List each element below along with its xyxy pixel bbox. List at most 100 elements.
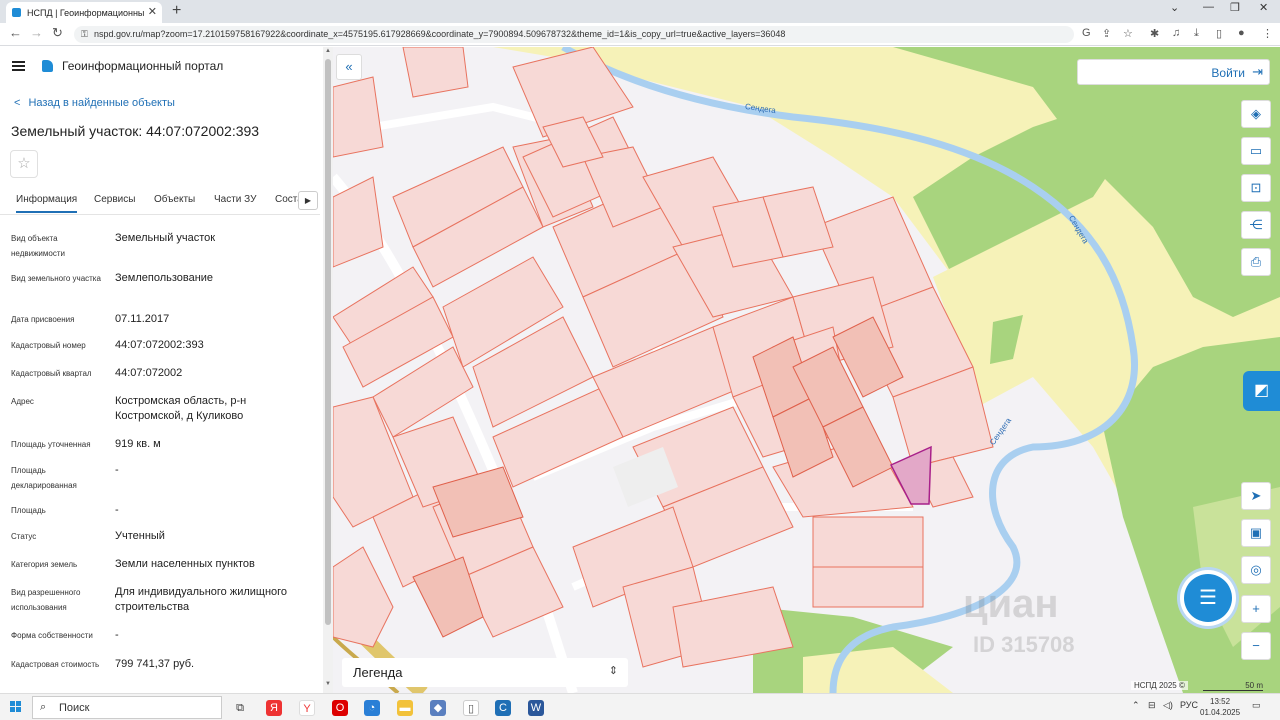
yandex-icon[interactable]: Я (266, 700, 282, 716)
parcel[interactable] (333, 76, 384, 158)
browser-tab[interactable]: НСПД | Геоинформационный п ✕ (6, 2, 162, 23)
attribute-value: Земельный участок (115, 232, 216, 244)
info-tabs: Информация Сервисы Объекты Части ЗУ Сост… (0, 187, 320, 215)
share-map-button[interactable]: ⋲ (1241, 211, 1271, 239)
panel-scrollbar[interactable]: ▲ ▼ (323, 47, 333, 693)
map-canvas[interactable]: Сендега Сендега Сендега циан ID 315708 «… (333, 47, 1280, 693)
notifications-icon[interactable]: ▭ (1252, 700, 1261, 711)
ruler-button[interactable]: ▭ (1241, 137, 1271, 165)
scroll-down-icon[interactable]: ▼ (325, 681, 331, 687)
yandex-browser-icon[interactable]: Y (299, 700, 315, 716)
media-icon[interactable]: ♫ (1172, 27, 1180, 39)
browser-app-icon[interactable]: ◔ (364, 700, 380, 716)
scrollbar-thumb[interactable] (325, 59, 331, 625)
map-layer (333, 47, 1280, 693)
browser-tab-title: НСПД | Геоинформационный п (27, 7, 145, 18)
expand-chevrons-icon: ⇕ (608, 665, 618, 677)
tray-chevron-icon[interactable]: ⌃ (1132, 700, 1140, 711)
close-tab-icon[interactable]: ✕ (148, 5, 157, 18)
attribute-value: - (115, 464, 119, 476)
back-to-results-link[interactable]: < Назад в найденные объекты (14, 97, 175, 109)
maximize-icon[interactable]: ❐ (1230, 1, 1240, 14)
minimap-button[interactable]: ▣ (1241, 519, 1271, 547)
app-icon[interactable]: ◆ (430, 700, 446, 716)
login-button[interactable]: Войти ⇥ (1077, 59, 1270, 85)
attribute-label: Площадь уточненная (11, 440, 91, 449)
task-view-icon[interactable]: ⧉ (232, 700, 248, 716)
collapse-panel-button[interactable]: « (336, 54, 362, 80)
parcel[interactable] (812, 516, 924, 568)
new-tab-icon[interactable]: + (172, 2, 181, 20)
chrome-like-icon[interactable]: C (495, 700, 511, 716)
zoom-out-button[interactable]: − (1241, 632, 1271, 660)
attribute-label: Вид земельного участка (11, 274, 101, 283)
extensions-icon[interactable]: ✱ (1150, 27, 1159, 40)
geolocation-button[interactable]: ◎ (1241, 556, 1271, 584)
file-explorer-icon[interactable]: ▬ (397, 700, 413, 716)
network-icon[interactable]: ⊟ (1148, 700, 1156, 711)
site-info-icon[interactable]: ⚿ (81, 26, 88, 43)
minimap-icon: ▣ (1249, 525, 1263, 540)
watermark-text: циан (963, 582, 1059, 626)
attribute-label: Кадастровый номер (11, 341, 86, 350)
attribute-label: Категория земель (11, 560, 78, 569)
attribute-label: Статус (11, 532, 37, 541)
favorite-star-button[interactable]: ☆ (10, 150, 38, 178)
login-label: Войти (1211, 66, 1245, 80)
parcel[interactable] (402, 47, 469, 98)
print-button[interactable]: ⎙ (1241, 248, 1271, 276)
attribute-value: Землепользование (115, 272, 214, 284)
chat-bubble-icon: ☰ (1199, 587, 1217, 609)
volume-icon[interactable]: ◁) (1163, 700, 1173, 711)
area-select-button[interactable]: ⊡ (1241, 174, 1271, 202)
tab-services[interactable]: Сервисы (94, 194, 135, 205)
profile-icon[interactable]: ● (1238, 27, 1245, 39)
clock-time: 13:52 (1210, 697, 1231, 706)
zoom-in-button[interactable]: + (1241, 595, 1271, 623)
url-field[interactable]: ⚿ nspd.gov.ru/map?zoom=17.21015975816792… (74, 26, 1074, 43)
attribute-value: Учтенный (115, 530, 165, 542)
document-icon[interactable]: ▯ (463, 700, 479, 716)
attribute-label: Дата присвоения (11, 315, 75, 324)
scroll-up-icon[interactable]: ▲ (325, 48, 331, 54)
opera-icon[interactable]: O (332, 700, 348, 716)
tab-search-icon[interactable]: ⌄ (1170, 1, 1179, 14)
language-indicator[interactable]: РУС (1180, 700, 1198, 710)
menu-dots-icon[interactable]: ⋮ (1262, 27, 1273, 40)
bookmark-star-icon[interactable]: ☆ (1123, 27, 1133, 40)
start-button[interactable] (10, 701, 22, 713)
minimize-icon[interactable]: — (1203, 1, 1214, 13)
geolocation-icon: ◎ (1250, 562, 1262, 577)
google-icon[interactable]: G (1082, 27, 1091, 39)
address-bar-row: ← → ↻ ⚿ nspd.gov.ru/map?zoom=17.21015975… (0, 23, 1280, 46)
tab-objects[interactable]: Объекты (154, 194, 195, 205)
side-widget-icon[interactable]: ◩ (1243, 371, 1280, 411)
layers-button[interactable]: ◈ (1241, 100, 1271, 128)
taskbar-search[interactable]: ⌕ Поиск (32, 696, 222, 719)
chat-button[interactable]: ☰ (1184, 574, 1232, 622)
tab-information[interactable]: Информация (16, 194, 78, 213)
share-icon[interactable]: ⇪ (1102, 27, 1111, 40)
legend-bar[interactable]: Легенда ⇕ (342, 658, 628, 687)
side-panel-icon[interactable]: ▯ (1216, 27, 1222, 40)
locate-button[interactable]: ➤ (1241, 482, 1271, 510)
scale-bar: 50 m (1203, 681, 1263, 691)
attribute-label: Вид разрешенного использования (11, 588, 81, 612)
word-icon[interactable]: W (528, 700, 544, 716)
forward-arrow-icon[interactable]: → (30, 25, 43, 40)
share-icon: ⋲ (1249, 217, 1263, 232)
tabs-scroll-right-button[interactable]: ▶ (298, 191, 318, 210)
taskbar-clock[interactable]: 13:52 01.04.2025 (1200, 696, 1240, 718)
tab-parts[interactable]: Части ЗУ (214, 194, 256, 205)
taskbar-search-label: Поиск (59, 702, 90, 714)
attribute-value: 07.11.2017 (115, 313, 170, 325)
back-arrow-icon[interactable]: ← (9, 25, 22, 40)
window-close-icon[interactable]: ✕ (1259, 1, 1268, 14)
download-icon[interactable]: ⤓ (1194, 27, 1199, 40)
reload-icon[interactable]: ↻ (52, 25, 63, 41)
windows-taskbar: ⌕ Поиск ⧉ Я Y O ◔ ▬ ◆ ▯ C W ⌃ ⊟ ◁) РУС 1… (0, 693, 1280, 720)
print-icon: ⎙ (1250, 254, 1262, 269)
parcel[interactable] (333, 546, 394, 648)
parcel[interactable] (812, 566, 924, 608)
hamburger-menu-icon[interactable] (12, 61, 25, 71)
